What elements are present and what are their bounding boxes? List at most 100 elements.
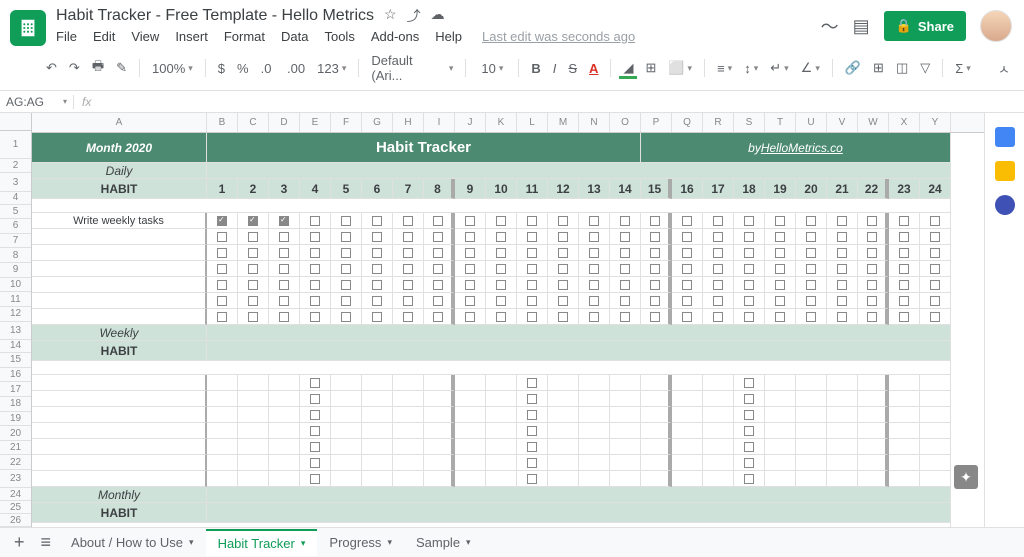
- checkbox[interactable]: [455, 245, 486, 261]
- habit-name[interactable]: [32, 471, 207, 487]
- row-header[interactable]: 20: [0, 426, 31, 441]
- checkbox[interactable]: [734, 439, 765, 455]
- add-sheet-button[interactable]: +: [6, 532, 33, 553]
- col-header[interactable]: X: [889, 113, 920, 132]
- cell[interactable]: [269, 471, 300, 487]
- checkbox[interactable]: [393, 213, 424, 229]
- cell[interactable]: [238, 391, 269, 407]
- cell[interactable]: [486, 375, 517, 391]
- cell[interactable]: [455, 407, 486, 423]
- borders-button[interactable]: ⊞: [641, 57, 660, 79]
- day-header[interactable]: 19: [765, 179, 796, 199]
- checkbox[interactable]: [517, 375, 548, 391]
- checkbox[interactable]: [703, 309, 734, 325]
- row-header[interactable]: 3: [0, 173, 31, 191]
- row-header[interactable]: 23: [0, 470, 31, 488]
- menu-format[interactable]: Format: [224, 29, 265, 44]
- cell[interactable]: [796, 423, 827, 439]
- chart-button[interactable]: ◫: [892, 57, 912, 79]
- checkbox[interactable]: [827, 213, 858, 229]
- col-header[interactable]: F: [331, 113, 362, 132]
- cell[interactable]: [641, 391, 672, 407]
- comments-icon[interactable]: ▤: [853, 16, 870, 37]
- checkbox[interactable]: [765, 245, 796, 261]
- checkbox[interactable]: [641, 261, 672, 277]
- cell[interactable]: [331, 423, 362, 439]
- checkbox[interactable]: [238, 229, 269, 245]
- cell[interactable]: [703, 439, 734, 455]
- cell[interactable]: [641, 407, 672, 423]
- col-header[interactable]: A: [32, 113, 207, 132]
- row-header[interactable]: 19: [0, 412, 31, 427]
- checkbox[interactable]: [579, 293, 610, 309]
- checkbox[interactable]: [889, 229, 920, 245]
- menu-help[interactable]: Help: [435, 29, 462, 44]
- checkbox[interactable]: [455, 277, 486, 293]
- checkbox[interactable]: [300, 455, 331, 471]
- cell[interactable]: [641, 375, 672, 391]
- cell[interactable]: [331, 439, 362, 455]
- row-header[interactable]: 10: [0, 278, 31, 293]
- checkbox[interactable]: [486, 245, 517, 261]
- move-icon[interactable]: ⤴: [407, 6, 421, 26]
- cell[interactable]: [207, 423, 238, 439]
- cell[interactable]: [858, 439, 889, 455]
- cell[interactable]: [362, 423, 393, 439]
- row-header[interactable]: 5: [0, 205, 31, 220]
- cell[interactable]: [889, 391, 920, 407]
- checkbox[interactable]: [548, 293, 579, 309]
- col-header[interactable]: B: [207, 113, 238, 132]
- checkbox[interactable]: [517, 229, 548, 245]
- checkbox[interactable]: [796, 245, 827, 261]
- checkbox[interactable]: [610, 245, 641, 261]
- cell[interactable]: [610, 471, 641, 487]
- cell[interactable]: [765, 471, 796, 487]
- checkbox[interactable]: [858, 213, 889, 229]
- cell[interactable]: [548, 423, 579, 439]
- day-header[interactable]: 9: [455, 179, 486, 199]
- habit-name[interactable]: [32, 261, 207, 277]
- activity-icon[interactable]: 〜: [821, 13, 839, 39]
- last-edit-text[interactable]: Last edit was seconds ago: [482, 29, 635, 44]
- cell[interactable]: [486, 423, 517, 439]
- checkbox[interactable]: [703, 261, 734, 277]
- cell[interactable]: [889, 407, 920, 423]
- cell[interactable]: [207, 391, 238, 407]
- cell[interactable]: [765, 423, 796, 439]
- checkbox[interactable]: [920, 229, 951, 245]
- checkbox[interactable]: [734, 229, 765, 245]
- checkbox[interactable]: [269, 245, 300, 261]
- cell[interactable]: [331, 407, 362, 423]
- cell[interactable]: [269, 407, 300, 423]
- col-header[interactable]: J: [455, 113, 486, 132]
- col-header[interactable]: T: [765, 113, 796, 132]
- merge-button[interactable]: ⬜: [664, 57, 696, 79]
- menu-data[interactable]: Data: [281, 29, 308, 44]
- cell[interactable]: [827, 439, 858, 455]
- checkbox[interactable]: [610, 293, 641, 309]
- tasks-icon[interactable]: [995, 195, 1015, 215]
- zoom-select[interactable]: 100%: [148, 58, 197, 79]
- day-header[interactable]: 21: [827, 179, 858, 199]
- checkbox[interactable]: [486, 261, 517, 277]
- sheet-tab-sample[interactable]: Sample▾: [404, 530, 483, 555]
- checkbox[interactable]: [300, 229, 331, 245]
- cell[interactable]: [269, 391, 300, 407]
- checkbox[interactable]: [455, 261, 486, 277]
- checkbox[interactable]: [393, 277, 424, 293]
- menu-view[interactable]: View: [131, 29, 159, 44]
- checkbox[interactable]: [672, 277, 703, 293]
- cell[interactable]: [827, 423, 858, 439]
- checkbox[interactable]: [238, 245, 269, 261]
- cell[interactable]: [796, 375, 827, 391]
- cell[interactable]: [889, 455, 920, 471]
- paint-format-button[interactable]: ✎: [112, 57, 131, 79]
- cell[interactable]: [579, 439, 610, 455]
- font-select[interactable]: Default (Ari...: [367, 50, 457, 86]
- checkbox[interactable]: [300, 213, 331, 229]
- checkbox[interactable]: [796, 309, 827, 325]
- cell[interactable]: [331, 375, 362, 391]
- checkbox[interactable]: [734, 309, 765, 325]
- explore-button[interactable]: ✦: [954, 465, 978, 489]
- day-header[interactable]: 5: [331, 179, 362, 199]
